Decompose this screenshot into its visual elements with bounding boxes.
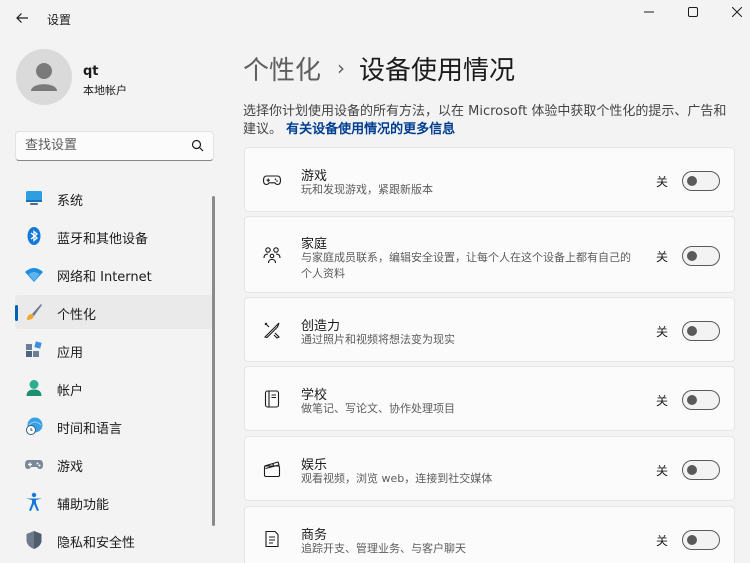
- usage-card-family: 家庭 与家庭成员联系，编辑安全设置，让每个人在这个设备上都有自己的个人资料 关: [244, 216, 735, 293]
- sidebar-item-time-language[interactable]: 时间和语言: [15, 409, 214, 443]
- business-toggle[interactable]: [682, 530, 720, 550]
- breadcrumb-parent[interactable]: 个性化: [243, 50, 321, 87]
- title-bar: 设置: [0, 0, 750, 36]
- school-toggle[interactable]: [682, 390, 720, 410]
- card-subtitle: 玩和发现游戏，紧跟新版本: [301, 183, 433, 196]
- toggle-state-label: 关: [656, 175, 669, 189]
- maximize-button[interactable]: [670, 0, 716, 24]
- sidebar-item-label: 隐私和安全性: [57, 536, 136, 551]
- sidebar-item-label: 应用: [57, 346, 84, 361]
- account-icon: [24, 378, 44, 398]
- sidebar-item-gaming[interactable]: 游戏: [15, 447, 214, 481]
- accessibility-icon: [24, 492, 44, 512]
- sidebar-item-label: 游戏: [57, 460, 84, 475]
- toggle-knob: [687, 326, 697, 336]
- toggle-state-label: 关: [656, 325, 669, 339]
- card-subtitle: 做笔记、写论文、协作处理项目: [301, 402, 455, 415]
- bluetooth-icon: [24, 226, 44, 246]
- sidebar-item-label: 个性化: [57, 308, 97, 323]
- usage-card-entertainment: 娱乐 观看视频，浏览 web，连接到社交媒体 关: [244, 436, 735, 501]
- entertainment-icon: [262, 459, 282, 479]
- usage-card-business: 商务 追踪开支、管理业务、与客户聊天 关: [244, 506, 735, 563]
- time-language-icon: [24, 416, 44, 436]
- system-icon: [24, 188, 44, 208]
- user-icon: [31, 63, 57, 91]
- sidebar-item-bluetooth[interactable]: 蓝牙和其他设备: [15, 219, 214, 253]
- search-input[interactable]: [25, 138, 185, 153]
- creativity-toggle[interactable]: [682, 321, 720, 341]
- user-name: qt: [83, 64, 99, 79]
- sidebar-item-label: 蓝牙和其他设备: [57, 232, 149, 247]
- account-type: 本地帐户: [83, 84, 127, 97]
- sidebar-item-label: 辅助功能: [57, 498, 110, 513]
- gaming-toggle[interactable]: [682, 171, 720, 191]
- close-button[interactable]: [714, 0, 750, 24]
- avatar[interactable]: [16, 49, 72, 105]
- usage-card-school: 学校 做笔记、写论文、协作处理项目 关: [244, 366, 735, 431]
- close-icon: [732, 7, 742, 17]
- sidebar-item-accessibility[interactable]: 辅助功能: [15, 485, 214, 519]
- app-title: 设置: [47, 13, 72, 27]
- toggle-knob: [687, 395, 697, 405]
- search-box[interactable]: [15, 131, 214, 161]
- sidebar-item-privacy-security[interactable]: 隐私和安全性: [15, 523, 214, 557]
- back-arrow-icon: [16, 13, 28, 23]
- entertainment-toggle[interactable]: [682, 460, 720, 480]
- sidebar-item-accounts[interactable]: 帐户: [15, 371, 214, 405]
- wifi-icon: [24, 264, 44, 284]
- card-subtitle: 追踪开支、管理业务、与客户聊天: [301, 542, 466, 555]
- apps-icon: [24, 340, 44, 360]
- toggle-state-label: 关: [656, 394, 669, 408]
- sidebar-scrollbar[interactable]: [212, 196, 215, 526]
- creativity-icon: [262, 320, 282, 340]
- sidebar-item-label: 帐户: [57, 384, 84, 399]
- toggle-knob: [687, 535, 697, 545]
- breadcrumb: 个性化 › 设备使用情况: [243, 50, 515, 86]
- more-info-link[interactable]: 有关设备使用情况的更多信息: [286, 122, 455, 137]
- usage-card-gaming: 游戏 玩和发现游戏，紧跟新版本 关: [244, 147, 735, 212]
- back-button[interactable]: [8, 6, 36, 30]
- usage-card-creativity: 创造力 通过照片和视频将想法变为现实 关: [244, 297, 735, 362]
- active-indicator: [15, 305, 18, 321]
- gamepad-icon: [24, 454, 44, 474]
- sidebar-item-label: 系统: [57, 194, 84, 209]
- toggle-knob: [687, 251, 697, 261]
- breadcrumb-separator: ›: [337, 56, 346, 80]
- sidebar-item-label: 网络和 Internet: [57, 270, 152, 285]
- sidebar-item-system[interactable]: 系统: [15, 181, 214, 215]
- gamepad-icon: [262, 170, 282, 190]
- family-icon: [262, 245, 282, 265]
- sidebar-nav: 系统 蓝牙和其他设备 网络和 Internet 个性化 应用 帐户 时间和语言 …: [15, 181, 214, 561]
- search-icon: [191, 139, 204, 152]
- page-description: 选择你计划使用设备的所有方法，以在 Microsoft 体验中获取个性化的提示、…: [243, 103, 733, 139]
- sidebar-item-apps[interactable]: 应用: [15, 333, 214, 367]
- family-toggle[interactable]: [682, 246, 720, 266]
- sidebar-item-label: 时间和语言: [57, 422, 123, 437]
- brush-icon: [24, 302, 44, 322]
- sidebar-item-personalization[interactable]: 个性化: [15, 295, 214, 329]
- minimize-button[interactable]: [626, 0, 672, 24]
- toggle-knob: [687, 176, 697, 186]
- card-subtitle: 通过照片和视频将想法变为现实: [301, 333, 455, 346]
- toggle-knob: [687, 465, 697, 475]
- sidebar-item-network[interactable]: 网络和 Internet: [15, 257, 214, 291]
- toggle-state-label: 关: [656, 534, 669, 548]
- business-icon: [262, 529, 282, 549]
- maximize-icon: [688, 7, 698, 17]
- shield-icon: [24, 530, 44, 550]
- card-subtitle: 与家庭成员联系，编辑安全设置，让每个人在这个设备上都有自己的个人资料: [301, 251, 631, 280]
- card-subtitle: 观看视频，浏览 web，连接到社交媒体: [301, 472, 493, 485]
- toggle-state-label: 关: [656, 464, 669, 478]
- school-icon: [262, 389, 282, 409]
- minimize-icon: [644, 11, 654, 13]
- page-title: 设备使用情况: [359, 55, 516, 86]
- toggle-state-label: 关: [656, 250, 669, 264]
